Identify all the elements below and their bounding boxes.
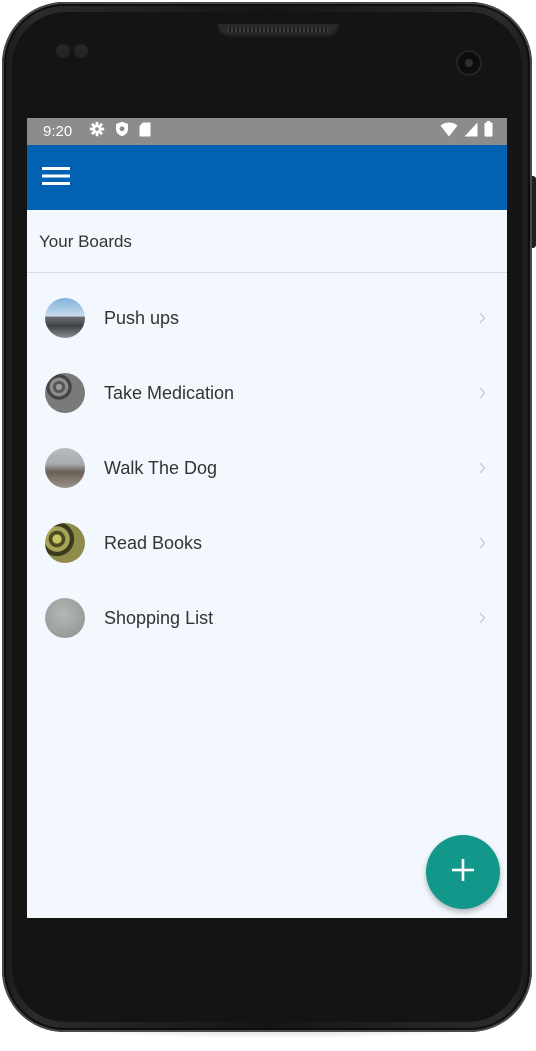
add-board-button[interactable] bbox=[426, 835, 500, 909]
settings-icon bbox=[89, 121, 105, 142]
light-sensor bbox=[74, 44, 88, 58]
front-camera bbox=[458, 52, 480, 74]
board-item-take-medication[interactable]: Take Medication bbox=[27, 356, 507, 431]
board-item-read-books[interactable]: Read Books bbox=[27, 506, 507, 581]
board-thumbnail bbox=[45, 598, 85, 638]
section-title: Your Boards bbox=[39, 232, 132, 251]
board-label: Push ups bbox=[104, 308, 180, 328]
board-label: Shopping List bbox=[104, 608, 214, 628]
chevron-right-icon bbox=[477, 310, 487, 326]
app-screen: 9:20 Your Boards Push ups Take Medicatio… bbox=[27, 118, 507, 918]
board-item-shopping-list[interactable]: Shopping List bbox=[27, 581, 507, 656]
board-thumbnail bbox=[45, 448, 85, 488]
board-label: Take Medication bbox=[104, 383, 235, 403]
proximity-sensor bbox=[56, 44, 70, 58]
chevron-right-icon bbox=[477, 610, 487, 626]
status-bar: 9:20 bbox=[27, 118, 507, 145]
chevron-right-icon bbox=[477, 385, 487, 401]
board-label: Read Books bbox=[104, 533, 203, 553]
board-thumbnail bbox=[45, 298, 85, 338]
app-bar bbox=[27, 145, 507, 210]
board-list: Push ups Take Medication Walk The Dog Re… bbox=[27, 281, 507, 656]
boards-section-header: Your Boards bbox=[27, 212, 507, 273]
cell-signal-icon bbox=[464, 122, 478, 142]
hamburger-menu-icon bbox=[42, 166, 70, 191]
status-time: 9:20 bbox=[43, 123, 73, 140]
board-thumbnail bbox=[45, 523, 85, 563]
earpiece-speaker bbox=[217, 24, 339, 38]
menu-button[interactable] bbox=[35, 157, 77, 199]
board-item-walk-the-dog[interactable]: Walk The Dog bbox=[27, 431, 507, 506]
sd-card-icon bbox=[139, 122, 151, 142]
status-icons-right bbox=[440, 121, 493, 142]
chevron-right-icon bbox=[477, 460, 487, 476]
plus-icon bbox=[451, 858, 475, 887]
board-label: Walk The Dog bbox=[104, 458, 218, 478]
board-thumbnail bbox=[45, 373, 85, 413]
board-item-push-ups[interactable]: Push ups bbox=[27, 281, 507, 356]
shield-icon bbox=[115, 121, 129, 142]
chevron-right-icon bbox=[477, 535, 487, 551]
battery-icon bbox=[484, 121, 493, 142]
wifi-icon bbox=[440, 121, 458, 142]
status-icons-left bbox=[89, 121, 151, 142]
